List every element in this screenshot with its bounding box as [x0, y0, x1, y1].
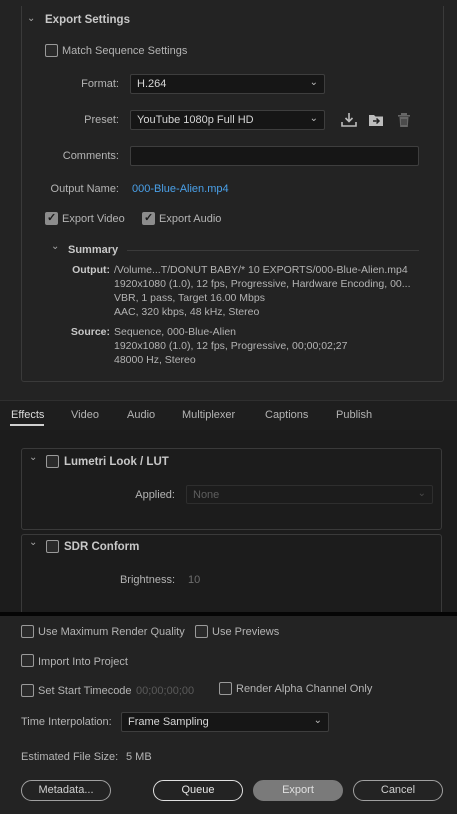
tab-multiplexer[interactable]: Multiplexer — [182, 409, 235, 421]
export-video-checkbox[interactable] — [45, 211, 58, 225]
chevron-down-icon: ⌄ — [417, 488, 426, 499]
export-options: Use Maximum Render Quality Use Previews … — [0, 616, 457, 814]
max-render-quality-checkbox[interactable] — [21, 625, 34, 638]
delete-preset-icon[interactable] — [395, 111, 413, 129]
queue-button[interactable]: Queue — [153, 780, 243, 801]
preset-value: YouTube 1080p Full HD — [137, 114, 254, 126]
time-interpolation-value: Frame Sampling — [128, 716, 209, 728]
file-size-value: 5 MB — [126, 751, 152, 763]
summary-chevron-icon[interactable]: ⌄ — [51, 241, 59, 252]
lumetri-label: Lumetri Look / LUT — [64, 456, 169, 468]
summary-output-line: /Volume...T/DONUT BABY/* 10 EXPORTS/000-… — [114, 264, 408, 276]
summary-source-key: Source: — [70, 326, 110, 338]
summary-source-line: 1920x1080 (1.0), 12 fps, Progressive, 00… — [114, 340, 348, 352]
applied-value: None — [193, 489, 220, 501]
export-settings-panel: ⌄ Export Settings Match Sequence Setting… — [0, 0, 457, 400]
use-previews-checkbox[interactable] — [195, 625, 208, 638]
chevron-down-icon: ⌄ — [309, 77, 318, 88]
active-tab-indicator — [10, 424, 44, 426]
time-interpolation-label: Time Interpolation: — [21, 716, 112, 728]
preset-dropdown[interactable]: YouTube 1080p Full HD ⌄ — [130, 110, 325, 130]
summary-output-key: Output: — [72, 264, 110, 276]
tab-publish[interactable]: Publish — [336, 409, 372, 421]
output-name-label: Output Name: — [50, 183, 119, 195]
format-value: H.264 — [137, 78, 167, 90]
lumetri-chevron-icon[interactable]: ⌄ — [29, 452, 37, 463]
sdr-conform-label: SDR Conform — [64, 541, 140, 553]
effects-panel: ⌄ Lumetri Look / LUT Applied: None ⌄ ⌄ S… — [0, 430, 457, 612]
format-dropdown[interactable]: H.264 ⌄ — [130, 74, 325, 94]
tab-video[interactable]: Video — [71, 409, 99, 421]
summary-source-line: Sequence, 000-Blue-Alien — [114, 326, 237, 338]
chevron-down-icon: ⌄ — [313, 715, 322, 726]
tab-audio[interactable]: Audio — [127, 409, 155, 421]
save-preset-icon[interactable] — [340, 111, 358, 129]
start-timecode-label: Set Start Timecode — [38, 685, 132, 697]
import-into-project-label: Import Into Project — [38, 656, 128, 668]
export-video-label: Export Video — [62, 213, 125, 225]
export-button[interactable]: Export — [253, 780, 343, 801]
time-interpolation-dropdown[interactable]: Frame Sampling ⌄ — [121, 712, 329, 732]
applied-label: Applied: — [135, 489, 175, 501]
render-alpha-label: Render Alpha Channel Only — [236, 683, 373, 695]
match-sequence-checkbox[interactable] — [45, 44, 58, 57]
format-label: Format: — [81, 78, 119, 90]
render-alpha-checkbox[interactable] — [219, 682, 232, 695]
settings-tabs: Effects Video Audio Multiplexer Captions… — [0, 400, 457, 430]
import-preset-icon[interactable] — [367, 111, 385, 129]
match-sequence-label: Match Sequence Settings — [62, 45, 188, 57]
start-timecode-value[interactable]: 00;00;00;00 — [136, 685, 194, 697]
metadata-button[interactable]: Metadata... — [21, 780, 111, 801]
brightness-label: Brightness: — [119, 574, 175, 586]
output-name-link[interactable]: 000-Blue-Alien.mp4 — [132, 183, 229, 195]
chevron-down-icon: ⌄ — [309, 113, 318, 124]
collapse-chevron-icon[interactable]: ⌄ — [27, 13, 35, 24]
tab-captions[interactable]: Captions — [265, 409, 308, 421]
export-audio-checkbox[interactable] — [142, 211, 155, 225]
file-size-label: Estimated File Size: — [21, 751, 119, 763]
summary-output-line: 1920x1080 (1.0), 12 fps, Progressive, Ha… — [114, 278, 411, 290]
summary-output-line: VBR, 1 pass, Target 16.00 Mbps — [114, 292, 265, 304]
brightness-value[interactable]: 10 — [188, 574, 200, 586]
applied-dropdown[interactable]: None ⌄ — [186, 485, 433, 504]
start-timecode-checkbox[interactable] — [21, 684, 34, 697]
summary-divider — [127, 250, 419, 251]
import-into-project-checkbox[interactable] — [21, 654, 34, 667]
tab-effects[interactable]: Effects — [11, 409, 44, 421]
sdr-chevron-icon[interactable]: ⌄ — [29, 537, 37, 548]
sdr-conform-checkbox[interactable] — [46, 540, 59, 553]
cancel-button[interactable]: Cancel — [353, 780, 443, 801]
export-settings-title: Export Settings — [45, 14, 130, 26]
comments-field[interactable] — [130, 146, 419, 166]
comments-label: Comments: — [62, 150, 119, 162]
summary-source-line: 48000 Hz, Stereo — [114, 354, 196, 366]
preset-label: Preset: — [84, 114, 119, 126]
max-render-quality-label: Use Maximum Render Quality — [38, 626, 185, 638]
use-previews-label: Use Previews — [212, 626, 280, 638]
summary-output-line: AAC, 320 kbps, 48 kHz, Stereo — [114, 306, 260, 318]
lumetri-checkbox[interactable] — [46, 455, 59, 468]
summary-title: Summary — [68, 244, 119, 256]
export-audio-label: Export Audio — [159, 213, 222, 225]
